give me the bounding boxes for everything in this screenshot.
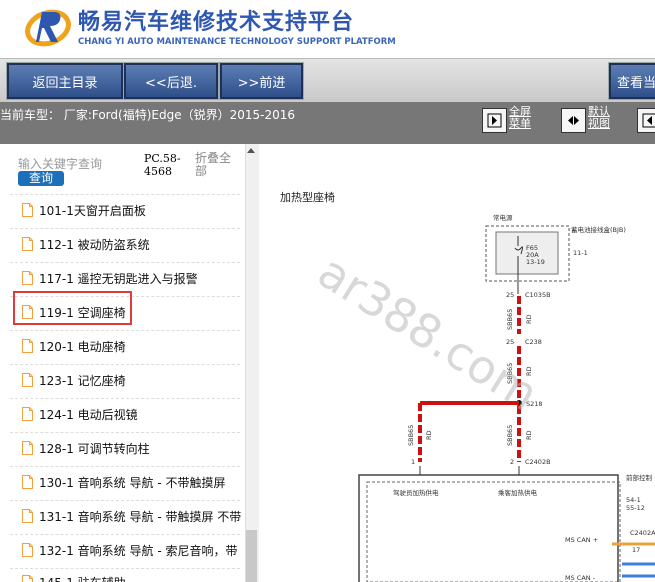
current-vehicle-text: 当前车型： 厂家:Ford(福特)Edge（锐界）2015-2016 — [0, 108, 295, 122]
home-button[interactable]: 返回主目录 — [7, 63, 123, 99]
document-icon — [22, 339, 33, 353]
tree-item[interactable]: 117-1 遥控无钥匙进入与报警 — [22, 266, 198, 290]
tree-item-label: 128-1 可调节转向柱 — [39, 441, 150, 456]
divider — [10, 466, 240, 467]
scroll-up-arrow-icon[interactable] — [247, 148, 255, 153]
default-view-link[interactable]: 默认视图 — [588, 106, 618, 130]
logo-icon — [25, 9, 71, 47]
tree-item[interactable]: 123-1 记忆座椅 — [22, 368, 126, 392]
tree-item-label: 101-1天窗开启面板 — [39, 203, 146, 218]
tree-item-label: 132-1 音响系统 导航 - 索尼音响，带 — [39, 543, 238, 558]
default-view-icon[interactable] — [561, 108, 586, 133]
divider — [10, 364, 240, 365]
reference-label: 55-12 — [626, 504, 645, 512]
panel-toggle-icon[interactable] — [637, 108, 655, 133]
fuse-box-label: 蓄电池接线盒(BJB) — [571, 225, 626, 234]
tree-item-label: 112-1 被动防盗系统 — [39, 237, 150, 252]
fuse-pins-label: 13-19 — [526, 258, 545, 266]
brand-title: 畅易汽车维修技术支持平台 — [78, 10, 355, 35]
connector-c2402b-label: C2402B — [525, 458, 551, 466]
pc-code-text: PC.58-4568 — [144, 152, 181, 178]
tree-item[interactable]: 112-1 被动防盗系统 — [22, 232, 150, 256]
connector-c238-label: C238 — [525, 338, 542, 346]
document-icon — [22, 407, 33, 421]
tree-item[interactable]: 101-1天窗开启面板 — [22, 198, 146, 222]
vehicle-info-bar: 当前车型： 厂家:Ford(福特)Edge（锐界）2015-2016 全屏菜单 … — [0, 102, 655, 144]
tree-item[interactable]: 128-1 可调节转向柱 — [22, 436, 150, 460]
pin-2-label: 2 — [510, 458, 514, 466]
tree-item-label: 131-1 音响系统 导航 - 带触摸屏 不带 — [39, 509, 242, 524]
tree-item[interactable]: 130-1 音响系统 导航 - 不带触摸屏 — [22, 470, 225, 494]
scrollbar-thumb[interactable] — [246, 530, 257, 582]
reference-label: 54-1 — [626, 496, 641, 504]
document-icon — [22, 441, 33, 455]
tree-item[interactable]: 132-1 音响系统 导航 - 索尼音响，带 — [22, 538, 237, 562]
sidebar: 查询 PC.58-4568 折叠全部 101-1天窗开启面板 112-1 被动防… — [0, 144, 245, 582]
search-button[interactable]: 查询 — [18, 171, 64, 186]
divider — [10, 534, 240, 535]
pin-25-label: 25 — [506, 291, 514, 299]
selection-highlight — [13, 291, 132, 325]
power-source-label: 常电源 — [493, 213, 513, 222]
app-header: 畅易汽车维修技术支持平台 CHANG YI AUTO MAINTENANCE T… — [0, 0, 655, 58]
connector-c2402-label: C2402A — [630, 529, 655, 537]
wire-code-label: SBB65 — [407, 425, 415, 446]
wiring-diagram: 常电源 蓄电池接线盒(BJB) 11-1 F65 20A 13-19 25 C1… — [309, 213, 655, 582]
tree-item-label: 123-1 记忆座椅 — [39, 373, 126, 388]
divider — [10, 194, 240, 195]
tree-item-label: 130-1 音响系统 导航 - 不带触摸屏 — [39, 475, 226, 490]
tree-item-label: 120-1 电动座椅 — [39, 339, 126, 354]
tree-item[interactable]: 131-1 音响系统 导航 - 带触摸屏 不带 — [22, 504, 241, 528]
can-minus-label: MS CAN - — [565, 574, 596, 582]
document-icon — [22, 203, 33, 217]
pin-25-label: 25 — [506, 338, 514, 346]
divider — [10, 330, 240, 331]
module-inner-outline — [366, 481, 621, 582]
document-icon — [22, 509, 33, 523]
fullscreen-menu-link[interactable]: 全屏菜单 — [509, 106, 539, 130]
tree-item[interactable]: 124-1 电动后视镜 — [22, 402, 138, 426]
divider — [10, 432, 240, 433]
tree-item-label: 145-1 驻车辅助 — [39, 574, 126, 582]
sidebar-scrollbar[interactable] — [245, 144, 259, 582]
toolbar: 返回主目录 <<后退. >>前进 查看当 — [0, 58, 655, 103]
divider — [10, 398, 240, 399]
document-icon — [22, 237, 33, 251]
tree-item[interactable]: 120-1 电动座椅 — [22, 334, 126, 358]
driver-heat-label: 驾驶员加热供电 — [393, 488, 439, 497]
tree-item[interactable]: 145-1 驻车辅助 — [22, 570, 126, 582]
tree-item-label: 117-1 遥控无钥匙进入与报警 — [39, 271, 198, 286]
divider — [10, 228, 240, 229]
pin-17-label: 17 — [632, 546, 640, 554]
view-current-button[interactable]: 查看当 — [609, 63, 655, 99]
tree-item-label: 124-1 电动后视镜 — [39, 407, 138, 422]
brand-subtitle: CHANG YI AUTO MAINTENANCE TECHNOLOGY SUP… — [78, 37, 396, 47]
document-icon — [22, 575, 33, 582]
connector-c1035b-label: C1035B — [525, 291, 551, 299]
collapse-all-link[interactable]: 折叠全部 — [195, 152, 237, 178]
wire-color-label: RD — [425, 430, 433, 440]
back-button[interactable]: <<后退. — [124, 63, 218, 99]
reference-label: 11-1 — [573, 249, 588, 257]
wiring-diagram-viewer[interactable]: 加热型座椅 常电源 蓄电池接线盒(BJB) 11-1 F65 20A 13-19… — [260, 144, 655, 582]
passenger-heat-label: 乘客加热供电 — [498, 488, 538, 497]
forward-button[interactable]: >>前进 — [220, 63, 303, 99]
wire-code-label: SBB65 — [506, 309, 514, 330]
document-icon — [22, 475, 33, 489]
front-control-label: 前部控制 — [626, 473, 653, 482]
document-icon — [22, 271, 33, 285]
wire-code-label: SBB65 — [506, 425, 514, 446]
document-icon — [22, 373, 33, 387]
divider — [10, 262, 240, 263]
pin-1-label: 1 — [411, 458, 415, 466]
wire-color-label: RD — [525, 314, 533, 324]
fullscreen-menu-icon[interactable] — [482, 108, 507, 133]
can-plus-label: MS CAN + — [565, 536, 598, 544]
divider — [10, 500, 240, 501]
divider — [10, 568, 240, 569]
document-icon — [22, 543, 33, 557]
wire-color-label: RD — [525, 430, 533, 440]
